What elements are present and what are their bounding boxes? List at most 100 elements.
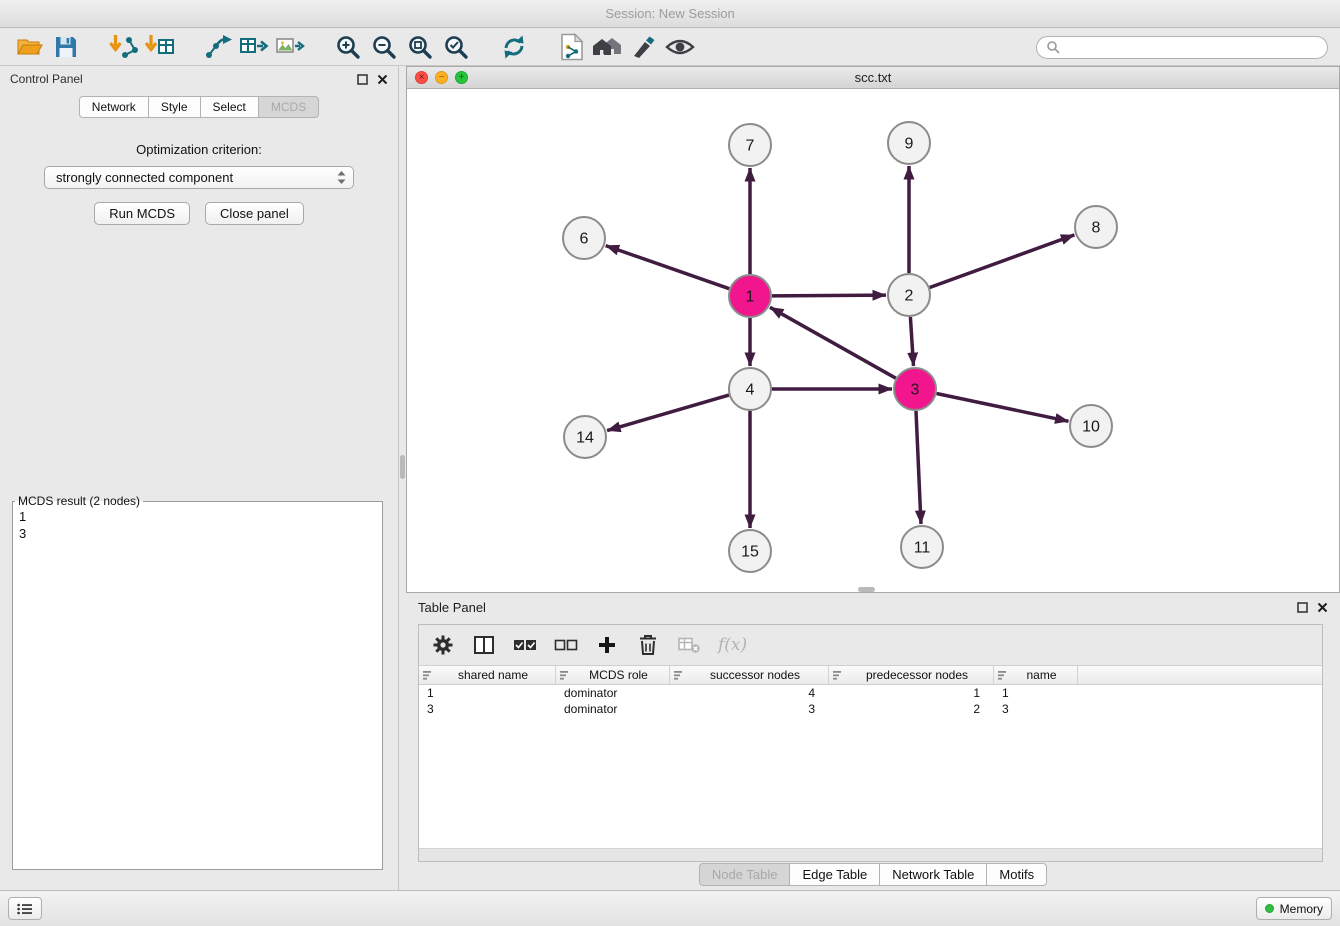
table-panel: Table Panel: [406, 593, 1340, 890]
table-cell[interactable]: 4: [670, 686, 829, 700]
close-table-panel-icon[interactable]: [1317, 602, 1328, 613]
table-settings-button[interactable]: [431, 631, 455, 659]
graph-edge-1-6[interactable]: [606, 246, 730, 289]
graph-edge-1-2[interactable]: [772, 295, 886, 296]
search-icon: [1046, 40, 1060, 54]
tab-select[interactable]: Select: [200, 96, 259, 118]
import-network-button[interactable]: [106, 31, 142, 63]
graph-edge-3-1[interactable]: [770, 307, 896, 378]
svg-text:15: 15: [741, 544, 759, 561]
delete-table-button[interactable]: [677, 631, 701, 659]
search-input[interactable]: [1066, 39, 1318, 55]
window-titlebar[interactable]: Session: New Session: [0, 0, 1340, 28]
graph-node-6[interactable]: 6: [563, 217, 605, 259]
delete-column-button[interactable]: [636, 631, 660, 659]
graph-node-11[interactable]: 11: [901, 526, 943, 568]
table-cell[interactable]: 1: [829, 686, 994, 700]
graph-node-10[interactable]: 10: [1070, 405, 1112, 447]
graph-edge-4-14[interactable]: [607, 395, 729, 431]
maximize-window-button[interactable]: +: [455, 71, 468, 84]
table-cell[interactable]: 2: [829, 702, 994, 716]
select-all-button[interactable]: [513, 631, 537, 659]
unselect-all-button[interactable]: [554, 631, 578, 659]
zoom-fit-button[interactable]: [402, 31, 438, 63]
export-network-button[interactable]: [200, 31, 236, 63]
export-table-button[interactable]: [236, 31, 272, 63]
column-header-name[interactable]: name: [994, 666, 1078, 684]
close-panel-button[interactable]: Close panel: [205, 202, 304, 225]
graph-node-7[interactable]: 7: [729, 124, 771, 166]
column-header-predecessor-nodes[interactable]: predecessor nodes: [829, 666, 994, 684]
export-image-button[interactable]: [272, 31, 308, 63]
graph-node-9[interactable]: 9: [888, 122, 930, 164]
table-row[interactable]: 3dominator323: [419, 701, 1322, 717]
graph-node-14[interactable]: 14: [564, 416, 606, 458]
function-builder-button[interactable]: f(x): [718, 631, 747, 659]
tab-network[interactable]: Network: [79, 96, 149, 118]
show-columns-button[interactable]: [472, 631, 496, 659]
column-header-shared-name[interactable]: shared name: [419, 666, 556, 684]
close-panel-icon[interactable]: [377, 74, 388, 85]
network-file-button[interactable]: [554, 31, 590, 63]
tab-node-table[interactable]: Node Table: [699, 863, 791, 886]
network-canvas[interactable]: 7 9 6 8 1 2 4 3 14 10 15 11: [407, 89, 1339, 592]
graph-node-15[interactable]: 15: [729, 530, 771, 572]
columns-icon: [474, 636, 494, 654]
tab-network-table[interactable]: Network Table: [879, 863, 987, 886]
home-button[interactable]: [590, 31, 626, 63]
graph-edge-2-8[interactable]: [930, 235, 1075, 288]
column-header-MCDS-role[interactable]: MCDS role: [556, 666, 670, 684]
graph-edge-2-3[interactable]: [910, 317, 913, 366]
network-file-icon: [559, 33, 585, 61]
table-cell[interactable]: dominator: [556, 686, 670, 700]
criterion-dropdown[interactable]: strongly connected component: [44, 166, 354, 189]
tab-edge-table[interactable]: Edge Table: [789, 863, 880, 886]
sort-icon: [560, 670, 570, 681]
horizontal-scrollbar-thumb[interactable]: [858, 587, 875, 592]
graph-node-2[interactable]: 2: [888, 274, 930, 316]
table-body: 1dominator4113dominator323: [419, 685, 1322, 848]
import-table-button[interactable]: [142, 31, 178, 63]
graph-edge-3-10[interactable]: [937, 394, 1069, 422]
tab-style[interactable]: Style: [148, 96, 201, 118]
table-cell[interactable]: dominator: [556, 702, 670, 716]
table-horizontal-scrollbar[interactable]: [419, 848, 1322, 861]
tab-motifs[interactable]: Motifs: [986, 863, 1047, 886]
refresh-view-button[interactable]: [496, 31, 532, 63]
save-session-button[interactable]: [48, 31, 84, 63]
minimize-window-button[interactable]: −: [435, 71, 448, 84]
status-bar: Memory: [0, 890, 1340, 926]
table-cell[interactable]: 3: [994, 702, 1078, 716]
graph-edge-3-11[interactable]: [916, 411, 921, 524]
graph-node-8[interactable]: 8: [1075, 206, 1117, 248]
graph-node-4[interactable]: 4: [729, 368, 771, 410]
table-cell[interactable]: 3: [670, 702, 829, 716]
graph-node-3[interactable]: 3: [894, 368, 936, 410]
table-panel-title: Table Panel: [418, 600, 486, 615]
memory-button[interactable]: Memory: [1256, 897, 1332, 920]
tab-mcds[interactable]: MCDS: [258, 96, 319, 118]
close-window-button[interactable]: ×: [415, 71, 428, 84]
zoom-out-button[interactable]: [366, 31, 402, 63]
control-panel: Control Panel Network Style Select MCDS …: [0, 66, 399, 890]
run-mcds-button[interactable]: Run MCDS: [94, 202, 190, 225]
zoom-in-button[interactable]: [330, 31, 366, 63]
column-header-successor-nodes[interactable]: successor nodes: [670, 666, 829, 684]
network-window-titlebar[interactable]: × − + scc.txt: [407, 67, 1339, 89]
float-table-panel-icon[interactable]: [1297, 602, 1308, 613]
sort-icon: [833, 670, 843, 681]
vertical-scrollbar-thumb[interactable]: [400, 455, 405, 479]
style-brush-button[interactable]: [626, 31, 662, 63]
table-row[interactable]: 1dominator411: [419, 685, 1322, 701]
show-hide-button[interactable]: [662, 31, 698, 63]
table-cell[interactable]: 1: [994, 686, 1078, 700]
task-history-button[interactable]: [8, 897, 42, 920]
float-panel-icon[interactable]: [357, 74, 368, 85]
toolbar-search[interactable]: [1036, 36, 1328, 59]
table-cell[interactable]: 1: [419, 686, 556, 700]
graph-node-1[interactable]: 1: [729, 275, 771, 317]
table-cell[interactable]: 3: [419, 702, 556, 716]
add-column-button[interactable]: [595, 631, 619, 659]
open-file-button[interactable]: [12, 31, 48, 63]
zoom-selected-button[interactable]: [438, 31, 474, 63]
